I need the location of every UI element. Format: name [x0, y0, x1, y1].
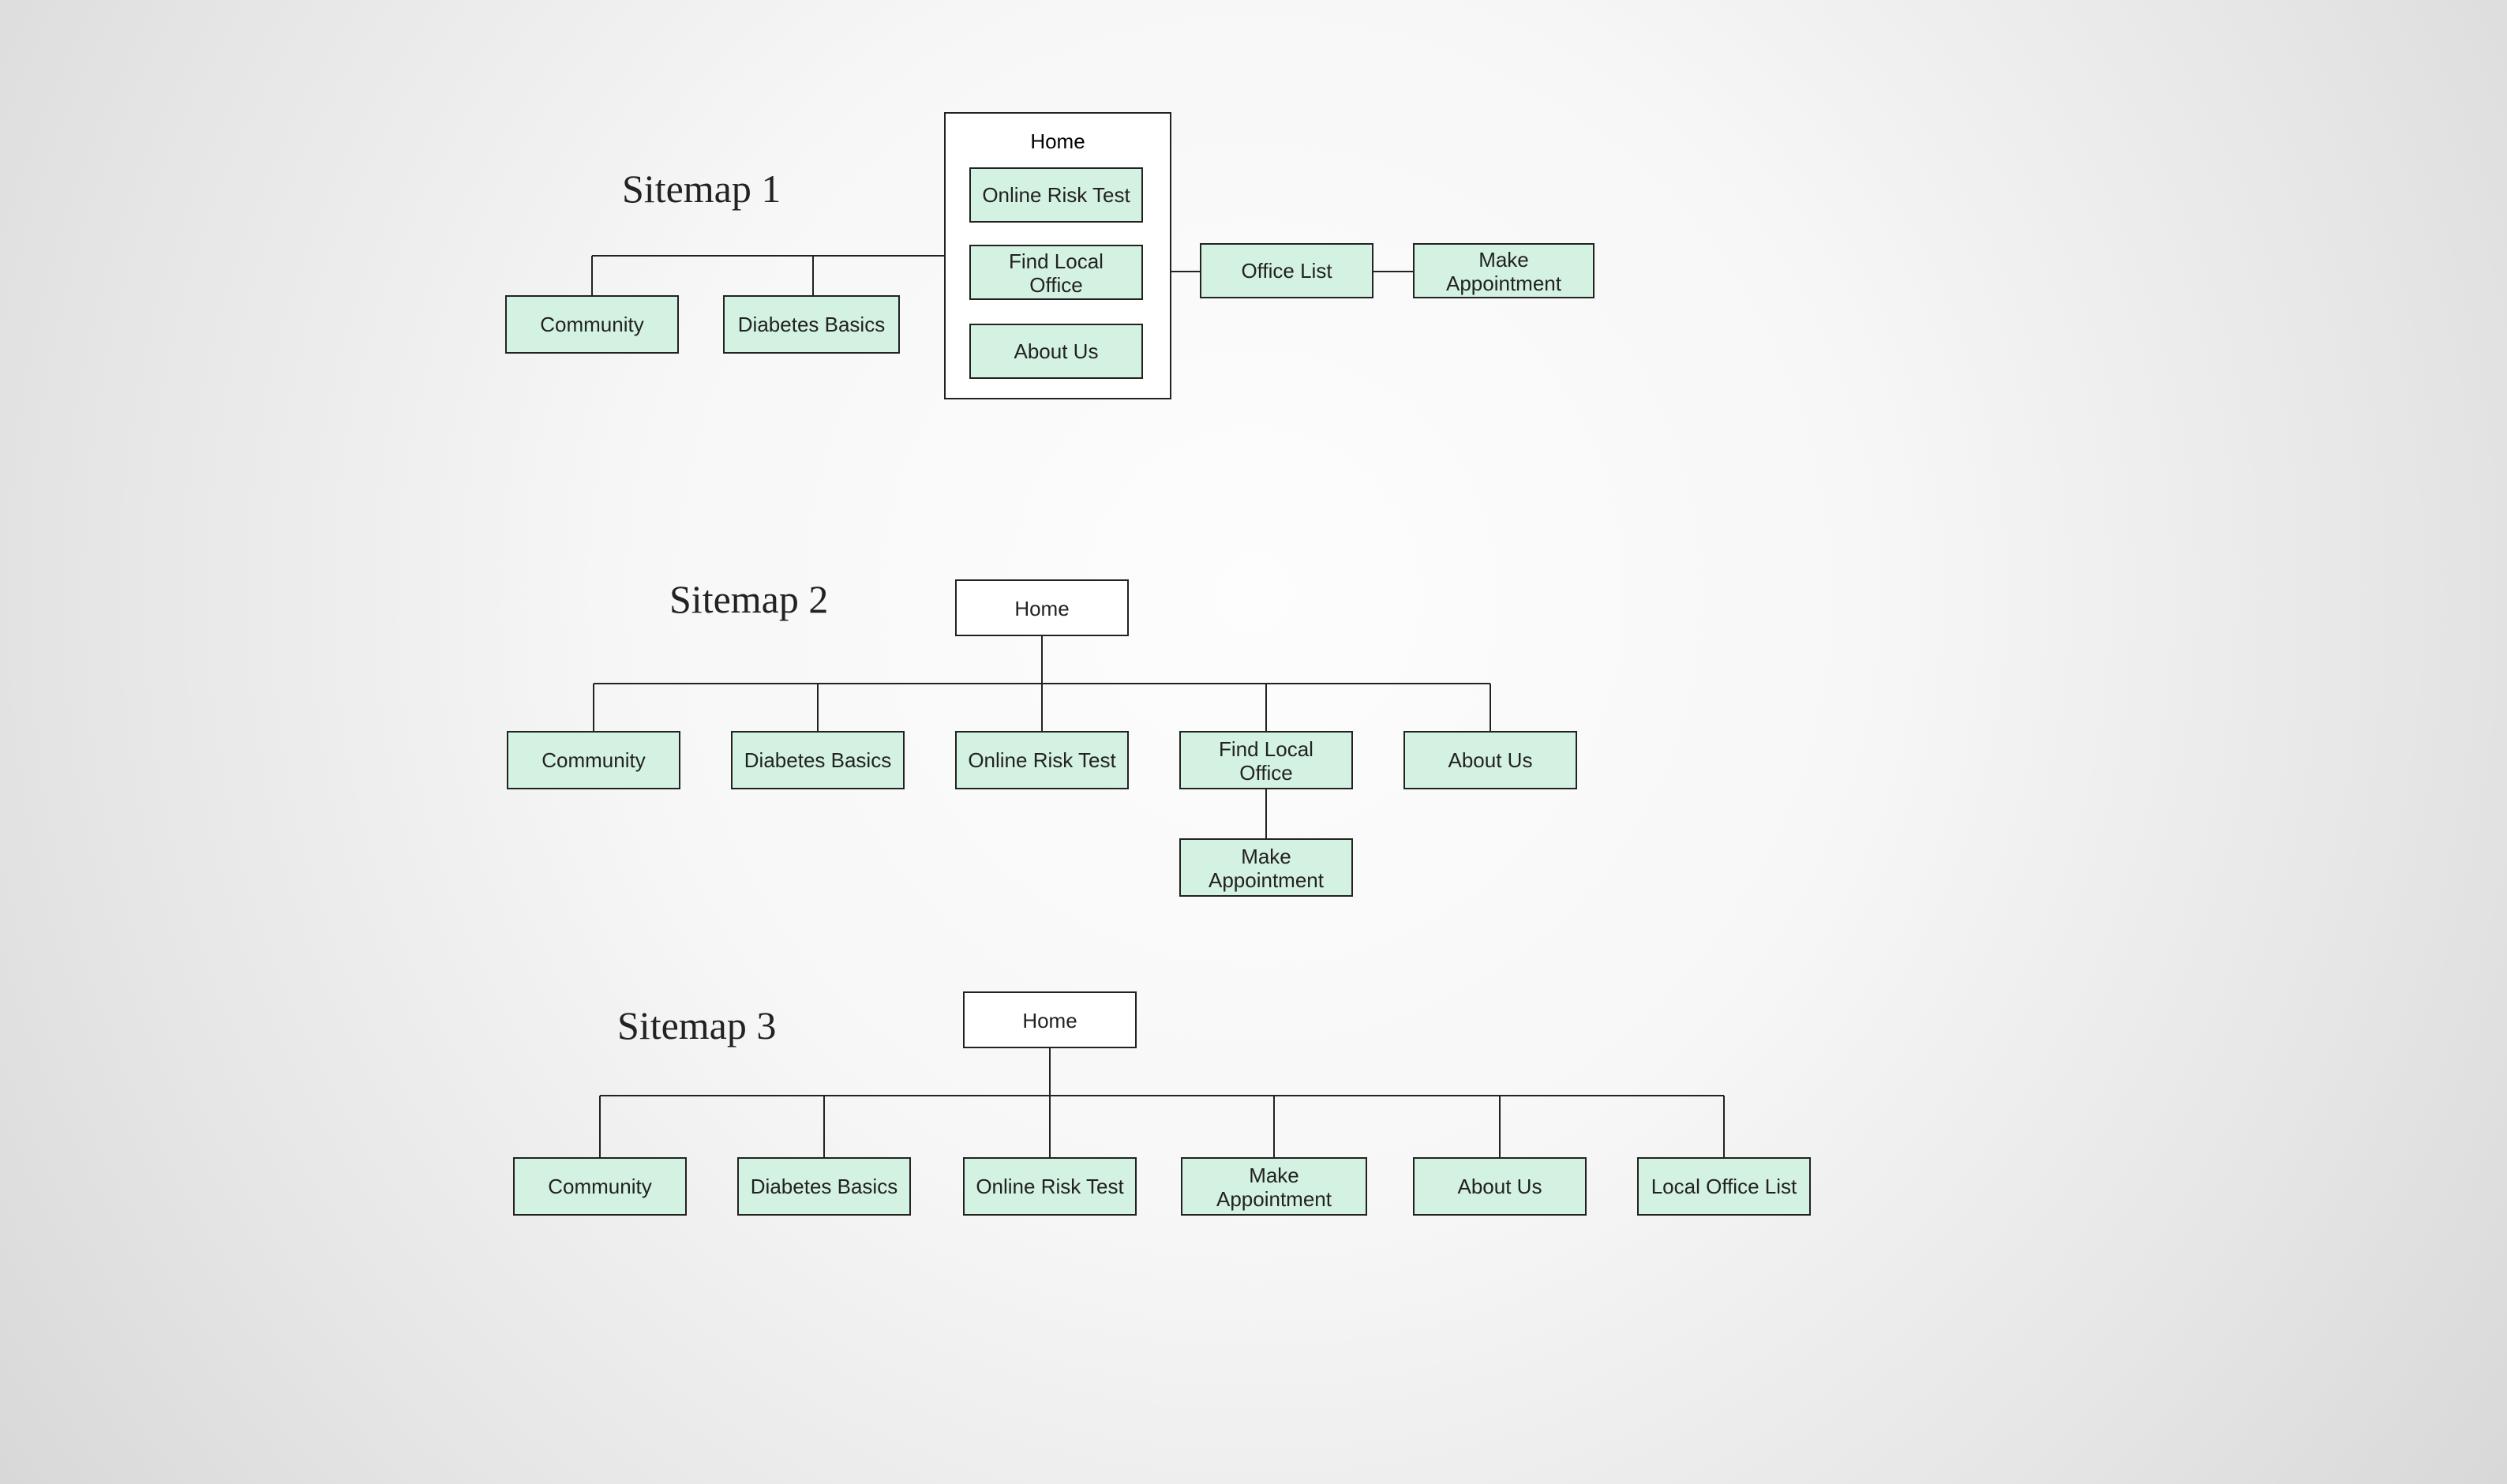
sitemap3-community: Community	[513, 1157, 687, 1216]
sitemap3-title: Sitemap 3	[617, 1006, 776, 1050]
sitemap1-office-list: Office List	[1200, 243, 1373, 298]
sitemap3-local-office-list: Local Office List	[1637, 1157, 1811, 1216]
sitemap3-diabetes-basics: Diabetes Basics	[737, 1157, 911, 1216]
sitemap1-home-label: Home	[946, 129, 1170, 153]
sitemap2-home: Home	[955, 579, 1129, 636]
sitemap1-online-risk-test: Online Risk Test	[969, 167, 1143, 223]
sitemap1-make-appointment: Make Appointment	[1413, 243, 1595, 298]
sitemap3-home: Home	[963, 991, 1137, 1048]
sitemap2-find-local-office: Find Local Office	[1179, 731, 1353, 789]
sitemap2-make-appointment: Make Appointment	[1179, 838, 1353, 897]
sitemap2-community: Community	[507, 731, 680, 789]
sitemap2-diabetes-basics: Diabetes Basics	[731, 731, 905, 789]
sitemap1-community: Community	[505, 295, 679, 354]
sitemap1-find-local-office: Find Local Office	[969, 245, 1143, 300]
sitemap1-diabetes-basics: Diabetes Basics	[723, 295, 900, 354]
sitemap1-about-us: About Us	[969, 324, 1143, 379]
sitemap3-online-risk-test: Online Risk Test	[963, 1157, 1137, 1216]
sitemap2-about-us: About Us	[1403, 731, 1577, 789]
sitemap2-title: Sitemap 2	[669, 579, 828, 624]
sitemap3-about-us: About Us	[1413, 1157, 1587, 1216]
sitemap2-online-risk-test: Online Risk Test	[955, 731, 1129, 789]
sitemap3-make-appointment: Make Appointment	[1181, 1157, 1367, 1216]
sitemap1-title: Sitemap 1	[622, 169, 781, 213]
